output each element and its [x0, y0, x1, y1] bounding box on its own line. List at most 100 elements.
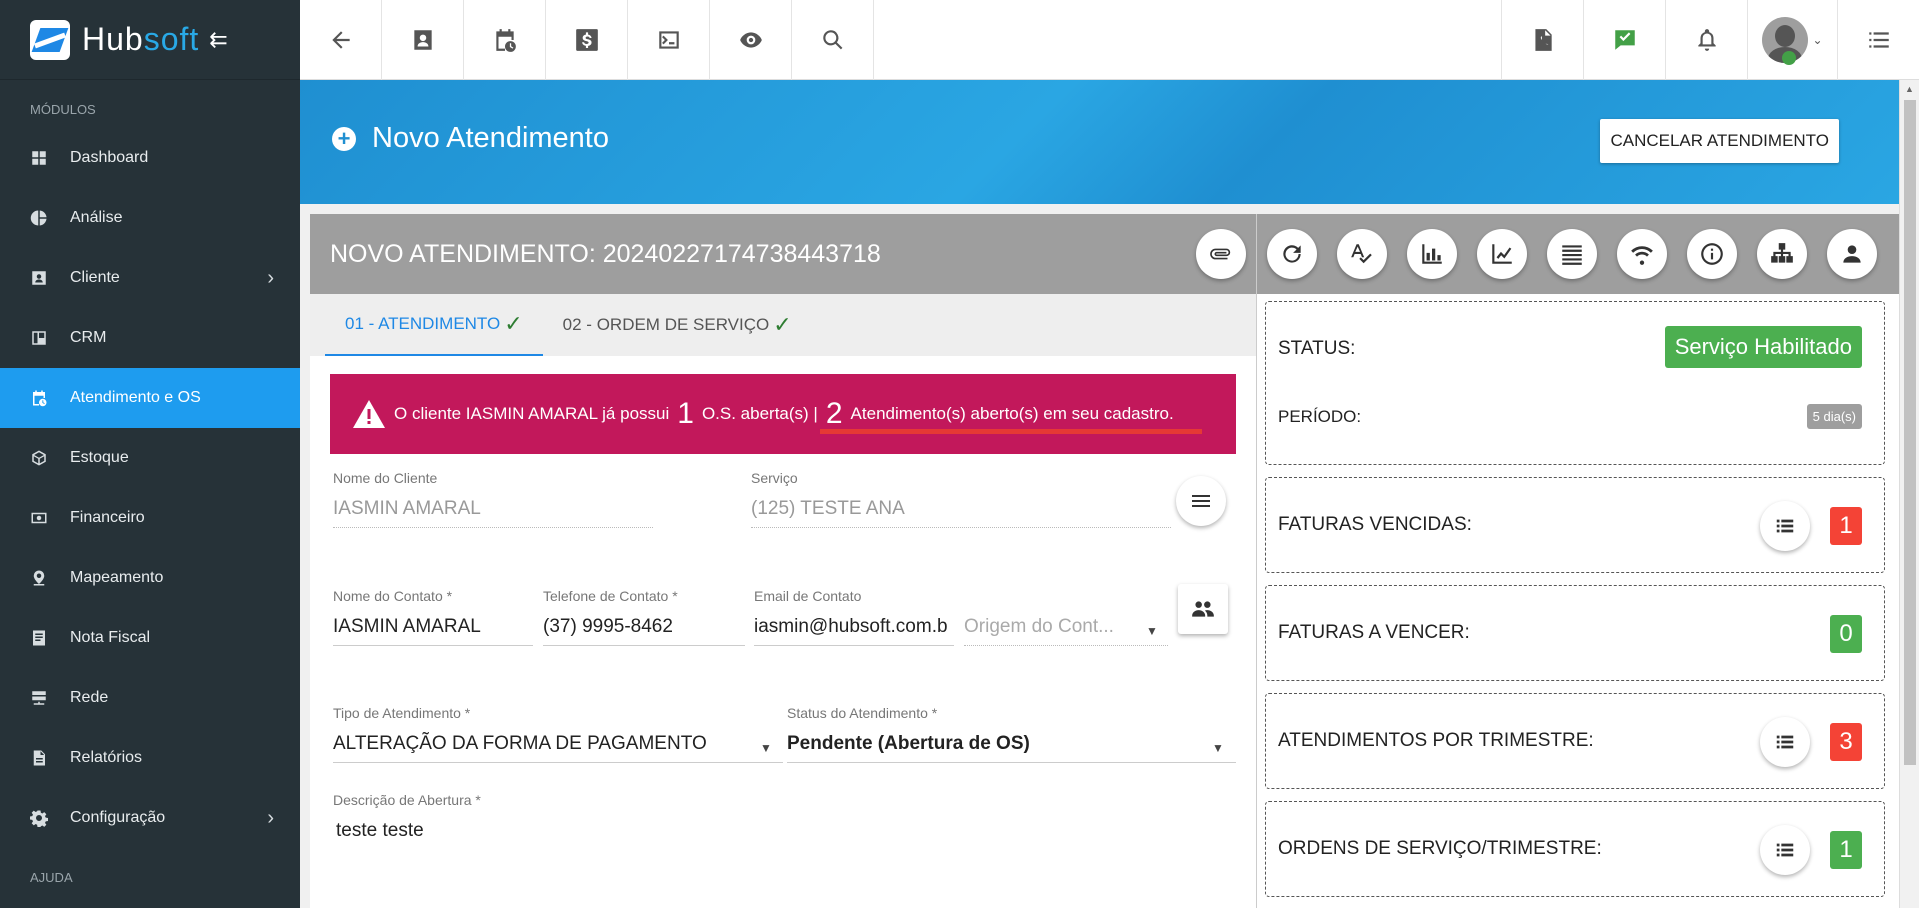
email-label: Email de Contato [754, 588, 862, 604]
wifi-button[interactable] [1617, 229, 1667, 279]
sidebar-item-configuracao[interactable]: Configuração › [0, 788, 300, 848]
spellcheck-button[interactable] [1337, 229, 1387, 279]
wifi-icon [1631, 246, 1653, 265]
sidebar-item-label: Dashboard [70, 149, 149, 166]
contact-card-button[interactable] [382, 0, 464, 80]
list-menu-icon [1868, 32, 1889, 48]
tasks-check-button[interactable] [1583, 0, 1665, 80]
calendar-button[interactable] [464, 0, 546, 80]
user-menu[interactable]: ⌄ [1747, 0, 1837, 80]
tab-atendimento[interactable]: 01 - ATENDIMENTO ✓ [325, 294, 543, 356]
sidebar-item-label: Configuração [70, 809, 166, 826]
page-header-banner: + Novo Atendimento CANCELAR ATENDIMENTO [300, 80, 1899, 204]
brand-name-part1: Hub [82, 21, 144, 57]
terminal-button[interactable] [628, 0, 710, 80]
search-icon [822, 30, 842, 50]
calendar-clock-icon [495, 29, 516, 52]
list-icon [1776, 843, 1794, 857]
sidebar-item-relatorios[interactable]: Relatórios [0, 728, 300, 788]
hierarchy-button[interactable] [1757, 229, 1807, 279]
sidebar-item-crm[interactable]: CRM [0, 308, 300, 368]
refresh-icon [1283, 245, 1301, 263]
sidebar-item-estoque[interactable]: Estoque [0, 428, 300, 488]
people-icon [1192, 601, 1214, 617]
status-label: STATUS: [1278, 338, 1356, 359]
info-button[interactable] [1687, 229, 1737, 279]
back-button[interactable] [300, 0, 382, 80]
search-button[interactable] [792, 0, 874, 80]
client-name-field: IASMIN AMARAL [333, 494, 653, 528]
sidebar-item-atendimento-os[interactable]: Atendimento e OS [0, 368, 300, 428]
service-orders-quarter-count: 1 [1830, 831, 1862, 869]
network-icon [30, 689, 48, 707]
service-orders-quarter-list-button[interactable] [1760, 825, 1810, 875]
dropdown-caret-icon: ▼ [760, 741, 772, 755]
contact-origin-select[interactable]: Origem do Cont... [964, 612, 1168, 646]
attach-button[interactable] [1196, 229, 1246, 279]
dropdown-caret-icon: ▼ [1212, 741, 1224, 755]
sidebar-item-nota-fiscal[interactable]: Nota Fiscal [0, 608, 300, 668]
sidebar-item-label: Análise [70, 209, 123, 226]
board-icon [30, 329, 48, 347]
sidebar-item-dashboard[interactable]: Dashboard [0, 128, 300, 188]
contacts-button[interactable] [1178, 584, 1228, 634]
status-card: STATUS: Serviço Habilitado PERÍODO: 5 di… [1265, 301, 1885, 465]
phone-input[interactable]: (37) 9995-8462 [543, 612, 745, 646]
attendance-form-panel: NOVO ATENDIMENTO: 20240227174738443718 0… [310, 214, 1256, 908]
bar-chart-button[interactable] [1407, 229, 1457, 279]
sidebar-item-label: Nota Fiscal [70, 629, 151, 646]
email-input[interactable]: iasmin@hubsoft.com.b [754, 612, 954, 646]
sidebar-item-rede[interactable]: Rede [0, 668, 300, 728]
scroll-up-arrow-icon[interactable]: ▲ [1905, 84, 1914, 94]
contact-name-input[interactable]: IASMIN AMARAL [333, 612, 533, 646]
alert-os-text: O.S. aberta(s) | [701, 404, 818, 423]
attendance-status-select[interactable]: Pendente (Abertura de OS) [787, 729, 1236, 763]
section-label-modules: MÓDULOS [30, 102, 96, 117]
finance-button[interactable] [546, 0, 628, 80]
attendances-quarter-count: 3 [1830, 723, 1862, 761]
document-icon [30, 749, 48, 767]
overdue-invoices-list-button[interactable] [1760, 501, 1810, 551]
tab-label: 02 - ORDEM DE SERVIÇO [562, 315, 770, 334]
user-profile-button[interactable] [1827, 229, 1877, 279]
attendances-quarter-label: ATENDIMENTOS POR TRIMESTRE: [1278, 730, 1594, 751]
service-label: Serviço [751, 470, 798, 486]
alert-attendance-count: 2 [825, 397, 843, 430]
dashboard-icon [30, 149, 48, 167]
pdf-button[interactable] [1501, 0, 1583, 80]
contact-card-icon [413, 30, 432, 50]
top-toolbar: ⌄ [300, 0, 1919, 80]
sidebar-item-label: Mapeamento [70, 569, 164, 586]
refresh-button[interactable] [1267, 229, 1317, 279]
terminal-icon [658, 31, 679, 49]
notifications-button[interactable] [1665, 0, 1747, 80]
box-icon [30, 449, 48, 467]
sidebar-item-financeiro[interactable]: Financeiro [0, 488, 300, 548]
gear-icon [30, 809, 48, 827]
upcoming-invoices-label: FATURAS A VENCER: [1278, 622, 1470, 643]
list-menu-button[interactable] [1837, 0, 1919, 80]
arrow-left-icon [331, 31, 350, 49]
attendances-quarter-card: ATENDIMENTOS POR TRIMESTRE: 3 [1265, 693, 1885, 789]
service-menu-button[interactable] [1176, 476, 1226, 526]
tab-ordem-servico[interactable]: 02 - ORDEM DE SERVIÇO ✓ [543, 294, 812, 356]
collapse-menu-icon[interactable]: ⇇ [209, 27, 227, 53]
sidebar-item-mapeamento[interactable]: Mapeamento [0, 548, 300, 608]
scrollbar-thumb[interactable] [1904, 100, 1916, 765]
description-label: Descrição de Abertura * [333, 792, 481, 808]
text-lines-button[interactable] [1547, 229, 1597, 279]
page-scrollbar[interactable]: ▲ [1899, 80, 1919, 908]
chevron-right-icon: › [267, 266, 274, 289]
attendances-quarter-list-button[interactable] [1760, 717, 1810, 767]
attendance-type-select[interactable]: ALTERAÇÃO DA FORMA DE PAGAMENTO [333, 729, 783, 763]
description-textarea[interactable]: teste teste [333, 816, 1233, 850]
sidebar-item-analise[interactable]: Análise [0, 188, 300, 248]
chevron-down-icon: ⌄ [1812, 33, 1823, 47]
sidebar-item-cliente[interactable]: Cliente › [0, 248, 300, 308]
cancel-attendance-button[interactable]: CANCELAR ATENDIMENTO [1600, 119, 1839, 163]
money-icon [30, 509, 48, 527]
contact-card-icon [30, 269, 48, 287]
overdue-invoices-card: FATURAS VENCIDAS: 1 [1265, 477, 1885, 573]
view-button[interactable] [710, 0, 792, 80]
line-chart-button[interactable] [1477, 229, 1527, 279]
